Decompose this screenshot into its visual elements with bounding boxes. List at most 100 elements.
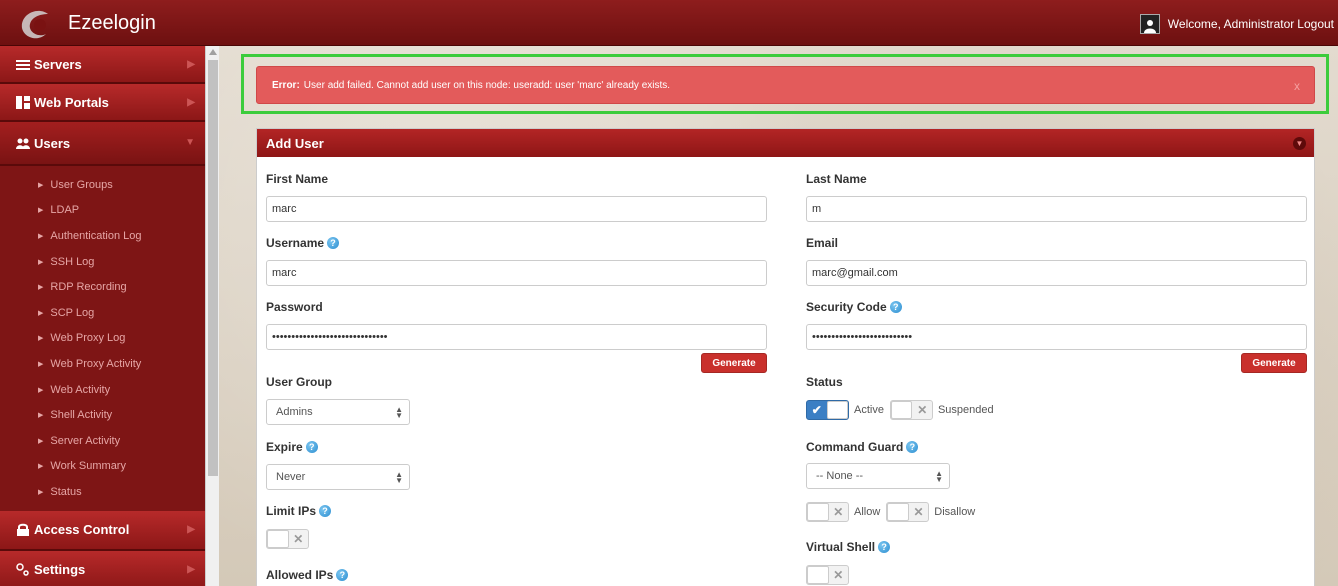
help-icon[interactable]: ? xyxy=(906,441,919,453)
toggle-switch[interactable]: ✕ xyxy=(806,565,849,585)
lock-icon xyxy=(17,523,29,536)
triangle-right-icon: ▶ xyxy=(38,181,44,189)
submenu-item-server-activity[interactable]: ▶ Server Activity xyxy=(0,428,205,454)
limit-ips-label: Limit IPs? xyxy=(266,504,332,518)
select-caret-icon: ▲ ▼ xyxy=(395,470,403,485)
sidebar-item-access-control[interactable]: Access Control ▶ xyxy=(0,510,205,551)
help-icon[interactable]: ? xyxy=(319,505,332,517)
help-icon[interactable]: ? xyxy=(889,301,902,313)
brand-title: Ezeelogin xyxy=(68,12,156,34)
sidebar-scrollbar[interactable] xyxy=(205,46,219,586)
help-icon[interactable]: ? xyxy=(878,541,891,553)
collapse-icon[interactable]: ▼ xyxy=(1293,137,1306,150)
help-icon[interactable]: ? xyxy=(327,237,340,249)
suspended-label: Suspended xyxy=(937,404,994,416)
last-name-label: Last Name xyxy=(806,172,867,186)
help-icon[interactable]: ? xyxy=(336,569,349,581)
sidebar-item-label: Servers xyxy=(34,56,82,72)
allow-toggle[interactable]: ✕ xyxy=(806,502,849,522)
disallow-toggle[interactable]: ✕ xyxy=(886,502,930,522)
allowed-ips-label: Allowed IPs? xyxy=(266,568,349,582)
email-input[interactable] xyxy=(806,260,1307,286)
submenu-item-ssh-log[interactable]: ▶ SSH Log xyxy=(0,249,205,275)
select-caret-icon: ▲ ▼ xyxy=(395,405,403,420)
username-input[interactable] xyxy=(266,260,767,286)
submenu-item-rdp-recording[interactable]: ▶ RDP Recording xyxy=(0,274,205,300)
logo-icon xyxy=(21,10,48,39)
check-icon: ✔ xyxy=(811,403,822,417)
x-icon: ✕ xyxy=(833,568,844,582)
alert-prefix: Error: xyxy=(272,79,300,91)
submenu-label: RDP Recording xyxy=(50,281,127,294)
submenu-item-work-summary[interactable]: ▶ Work Summary xyxy=(0,454,205,480)
scroll-up-icon[interactable] xyxy=(209,49,217,55)
triangle-right-icon: ▶ xyxy=(38,412,44,420)
label-text: Username xyxy=(266,236,325,250)
logout-link[interactable]: Logout xyxy=(1297,17,1334,31)
toggle-switch[interactable]: ✕ xyxy=(266,529,309,549)
triangle-right-icon: ▶ xyxy=(38,360,44,368)
active-toggle[interactable]: ✔ xyxy=(806,400,849,420)
user-group-select[interactable]: Admins ▲ ▼ xyxy=(266,399,410,425)
submenu-label: Status xyxy=(50,485,82,498)
password-label: Password xyxy=(266,300,323,314)
users-submenu: ▶ User Groups ▶ LDAP ▶ Authentication Log ▶… xyxy=(0,166,205,511)
submenu-item-user-groups[interactable]: ▶ User Groups xyxy=(0,172,205,198)
disallow-label: Disallow xyxy=(934,506,976,518)
command-guard-toggles: ✕ Allow ✕ Disallow xyxy=(806,502,981,522)
last-name-input[interactable] xyxy=(806,196,1307,222)
security-code-label: Security Code? xyxy=(806,300,902,314)
virtual-shell-label: Virtual Shell? xyxy=(806,540,891,554)
sidebar-item-servers[interactable]: Servers ▶ xyxy=(0,46,205,84)
submenu-label: SCP Log xyxy=(50,306,95,319)
email-label: Email xyxy=(806,236,838,250)
submenu-item-shell-activity[interactable]: ▶ Shell Activity xyxy=(0,402,205,428)
submenu-item-scp-log[interactable]: ▶ SCP Log xyxy=(0,300,205,326)
x-icon: ✕ xyxy=(917,403,928,417)
expire-select[interactable]: Never ▲ ▼ xyxy=(266,464,410,490)
virtual-shell-toggle[interactable]: ✕ xyxy=(806,565,849,585)
help-icon[interactable]: ? xyxy=(305,441,318,453)
submenu-label: Authentication Log xyxy=(50,229,142,242)
scrollbar-thumb[interactable] xyxy=(208,60,218,476)
submenu-item-web-proxy-log[interactable]: ▶ Web Proxy Log xyxy=(0,326,205,352)
chevron-right-icon: ▶ xyxy=(187,523,195,535)
select-caret-icon: ▲ ▼ xyxy=(935,469,943,484)
sidebar-item-settings[interactable]: Settings ▶ xyxy=(0,550,205,586)
triangle-right-icon: ▶ xyxy=(38,232,44,240)
chevron-right-icon: ▶ xyxy=(187,97,195,108)
welcome-text: Welcome, Administrator xyxy=(1167,17,1295,31)
security-code-input[interactable] xyxy=(806,324,1307,350)
label-text: Security Code xyxy=(806,300,887,314)
generate-password-button[interactable]: Generate xyxy=(701,353,767,373)
user-group-label: User Group xyxy=(266,375,332,389)
triangle-right-icon: ▶ xyxy=(38,437,44,445)
gear-icon xyxy=(16,562,29,576)
command-guard-select[interactable]: -- None -- ▲ ▼ xyxy=(806,463,950,489)
submenu-item-status[interactable]: ▶ Status xyxy=(0,479,205,505)
sidebar-item-web-portals[interactable]: Web Portals ▶ xyxy=(0,84,205,122)
label-text: Limit IPs xyxy=(266,504,317,518)
submenu-label: Web Activity xyxy=(50,383,111,396)
triangle-right-icon: ▶ xyxy=(38,488,44,496)
limit-ips-toggle[interactable]: ✕ xyxy=(266,529,309,549)
triangle-right-icon: ▶ xyxy=(38,335,44,343)
submenu-item-web-proxy-activity[interactable]: ▶ Web Proxy Activity xyxy=(0,351,205,377)
sidebar-item-users[interactable]: Users ▼ xyxy=(0,122,205,166)
password-input[interactable] xyxy=(266,324,767,350)
submenu-label: SSH Log xyxy=(50,255,95,268)
submenu-item-web-activity[interactable]: ▶ Web Activity xyxy=(0,377,205,403)
username-label: Username? xyxy=(266,236,340,250)
label-text: Expire xyxy=(266,440,303,454)
close-icon[interactable]: x xyxy=(1294,79,1300,93)
triangle-right-icon: ▶ xyxy=(38,284,44,292)
user-avatar-icon[interactable] xyxy=(1139,14,1160,34)
select-value: -- None -- xyxy=(816,470,864,482)
submenu-item-authentication-log[interactable]: ▶ Authentication Log xyxy=(0,223,205,249)
first-name-input[interactable] xyxy=(266,196,767,222)
toggle-knob xyxy=(887,503,909,521)
submenu-label: Web Proxy Activity xyxy=(50,357,142,370)
suspended-toggle[interactable]: ✕ xyxy=(889,400,933,420)
submenu-item-ldap[interactable]: ▶ LDAP xyxy=(0,198,205,224)
generate-security-code-button[interactable]: Generate xyxy=(1241,353,1307,373)
